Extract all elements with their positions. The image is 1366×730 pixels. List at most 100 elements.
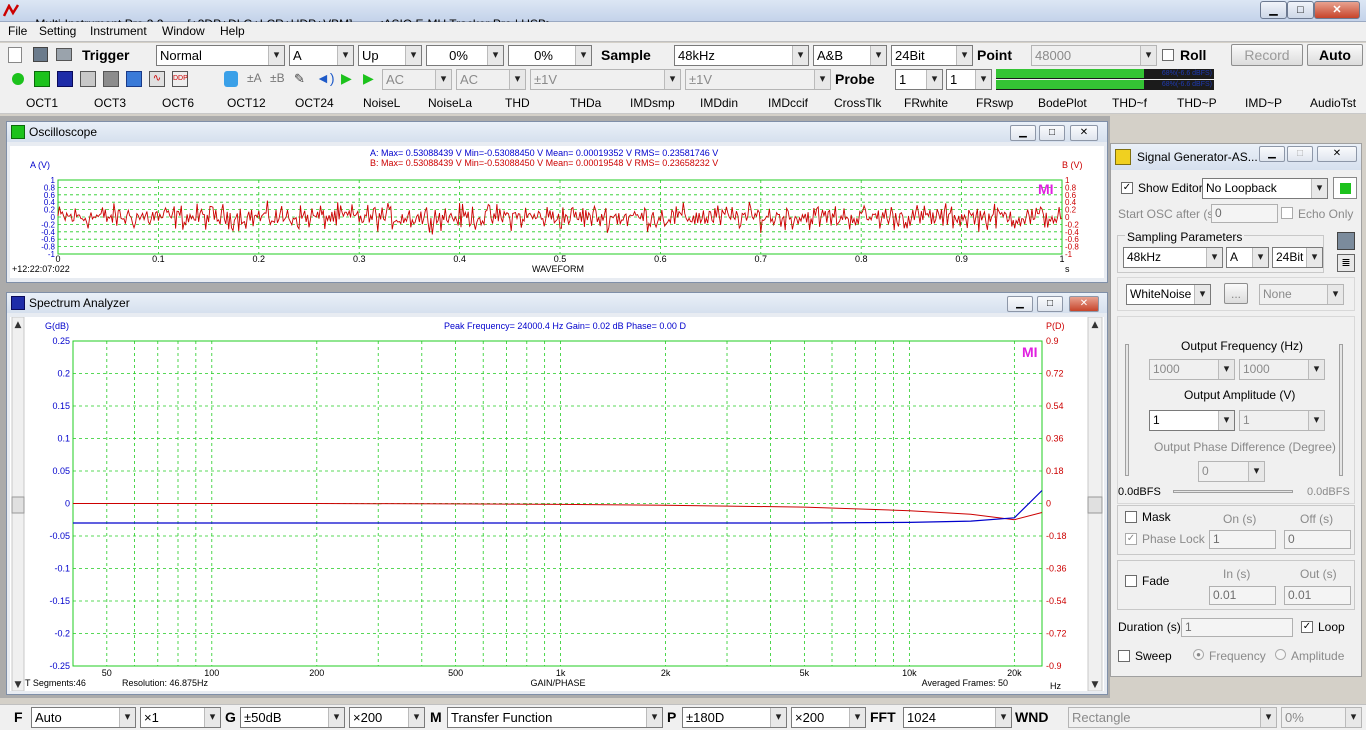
- frequency-axis-select[interactable]: Auto: [31, 707, 136, 728]
- level-b-slider[interactable]: [1339, 344, 1343, 476]
- bit-depth-select[interactable]: 24Bit: [891, 45, 973, 66]
- generator-channel-select[interactable]: A: [1226, 247, 1269, 268]
- generator-icon[interactable]: ∿: [149, 71, 165, 87]
- function-button-bodeplot[interactable]: BodePlot: [1038, 96, 1087, 110]
- auto-button[interactable]: Auto: [1307, 44, 1363, 66]
- analysis-mode-select[interactable]: Transfer Function: [447, 707, 663, 728]
- phase-difference-select[interactable]: 0: [1198, 461, 1265, 482]
- generator-sample-rate-select[interactable]: 48kHz: [1123, 247, 1223, 268]
- spectrum-icon[interactable]: [57, 71, 73, 87]
- sample-rate-select[interactable]: 48kHz: [674, 45, 809, 66]
- coupling-a-select[interactable]: AC: [382, 69, 452, 90]
- menu-file[interactable]: File: [8, 24, 27, 38]
- trigger-level-spinner[interactable]: 0%: [426, 45, 504, 66]
- trigger-channel-select[interactable]: A: [289, 45, 354, 66]
- level-a-slider[interactable]: [1125, 344, 1129, 476]
- new-icon[interactable]: [8, 47, 22, 63]
- function-button-crosstlk[interactable]: CrossTlk: [834, 96, 881, 110]
- spectrum-maximize-button[interactable]: □: [1037, 296, 1063, 312]
- spectrum-3d-icon[interactable]: [103, 71, 119, 87]
- waveform-options-button[interactable]: ...: [1224, 283, 1248, 304]
- function-button-oct1[interactable]: OCT1: [26, 96, 58, 110]
- print-icon[interactable]: [56, 48, 72, 61]
- oscilloscope-minimize-button[interactable]: ▁: [1010, 125, 1036, 141]
- sweep-amplitude-radio[interactable]: [1275, 649, 1286, 660]
- function-button-imdsmp[interactable]: IMDsmp: [630, 96, 675, 110]
- amplitude-a-select[interactable]: 1: [1149, 410, 1235, 431]
- function-button-imd-p[interactable]: IMD~P: [1245, 96, 1282, 110]
- function-button-imddin[interactable]: IMDdin: [700, 96, 738, 110]
- overlap-select[interactable]: 0%: [1281, 707, 1362, 728]
- echo-only-checkbox[interactable]: [1281, 207, 1293, 219]
- range-a-select[interactable]: ±1V: [530, 69, 681, 90]
- save-icon[interactable]: [33, 47, 48, 62]
- sweep-frequency-radio[interactable]: ●: [1193, 649, 1204, 660]
- sweep-checkbox[interactable]: [1118, 650, 1130, 662]
- balance-slider[interactable]: [1173, 490, 1293, 493]
- menu-instrument[interactable]: Instrument: [90, 24, 147, 38]
- oscilloscope-close-button[interactable]: ✕: [1070, 125, 1098, 141]
- fade-checkbox[interactable]: [1125, 575, 1137, 587]
- gain-range-select[interactable]: ±50dB: [240, 707, 345, 728]
- amplitude-b-select[interactable]: 1: [1239, 410, 1325, 431]
- spectrum-window[interactable]: Spectrum Analyzer ▁ □ ✕ G(dB) P(D) Peak Fr…: [6, 292, 1108, 695]
- menu-window[interactable]: Window: [162, 24, 205, 38]
- phase-lock-checkbox[interactable]: ✓: [1125, 533, 1137, 545]
- probe-a-select[interactable]: 1: [895, 69, 943, 90]
- record-button[interactable]: Record: [1231, 44, 1303, 66]
- roll-checkbox[interactable]: [1162, 49, 1174, 61]
- range-b-select[interactable]: ±1V: [685, 69, 831, 90]
- spectrum-chart[interactable]: G(dB) P(D) Peak Frequency= 24000.4 Hz Gain…: [10, 317, 1104, 691]
- channel-select[interactable]: A&B: [813, 45, 887, 66]
- phase-range-select[interactable]: ±180D: [682, 707, 787, 728]
- play-icon[interactable]: ▶: [341, 70, 352, 87]
- function-button-thd[interactable]: THD: [505, 96, 530, 110]
- speaker-icon[interactable]: ◄): [316, 70, 335, 86]
- edit-icon[interactable]: ✎: [294, 71, 305, 87]
- waveform-b-select[interactable]: None: [1259, 284, 1344, 305]
- level-b-icon[interactable]: ±B: [270, 71, 285, 85]
- window-function-select[interactable]: Rectangle: [1068, 707, 1277, 728]
- frequency-b-select[interactable]: 1000: [1239, 359, 1325, 380]
- trigger-delay-spinner[interactable]: 0%: [508, 45, 592, 66]
- play-generator-icon[interactable]: ▶: [363, 70, 374, 87]
- generator-titlebar[interactable]: Signal Generator-AS... ▁ □ ✕: [1111, 144, 1361, 170]
- trigger-mode-select[interactable]: Normal: [156, 45, 285, 66]
- phase-plot-icon[interactable]: [80, 71, 96, 87]
- oscilloscope-window[interactable]: Oscilloscope ▁ □ ✕ A: Max= 0.53088439 V …: [6, 121, 1108, 283]
- frequency-a-select[interactable]: 1000: [1149, 359, 1235, 380]
- oscilloscope-plot-area[interactable]: A: Max= 0.53088439 V Min=-0.53088450 V M…: [10, 146, 1104, 278]
- fft-size-select[interactable]: 1024: [903, 707, 1012, 728]
- dmm-icon[interactable]: [126, 71, 142, 87]
- loop-checkbox[interactable]: ✓: [1301, 621, 1313, 633]
- list-icon[interactable]: ≣: [1337, 254, 1355, 272]
- save-settings-icon[interactable]: [1337, 232, 1355, 250]
- function-button-imdccif[interactable]: IMDccif: [768, 96, 808, 110]
- mask-checkbox[interactable]: [1125, 511, 1137, 523]
- generator-bits-select[interactable]: 24Bit: [1272, 247, 1323, 268]
- gain-zoom-select[interactable]: ×200: [349, 707, 425, 728]
- function-button-oct12[interactable]: OCT12: [227, 96, 266, 110]
- oscilloscope-chart[interactable]: A: Max= 0.53088439 V Min=-0.53088450 V M…: [10, 146, 1104, 278]
- function-button-thd-f[interactable]: THD~f: [1112, 96, 1147, 110]
- minimize-button[interactable]: ▁: [1260, 1, 1287, 19]
- probe-b-select[interactable]: 1: [946, 69, 992, 90]
- function-button-thd-p[interactable]: THD~P: [1177, 96, 1217, 110]
- menu-help[interactable]: Help: [220, 24, 245, 38]
- coupling-b-select[interactable]: AC: [456, 69, 526, 90]
- trigger-edge-select[interactable]: Up: [358, 45, 422, 66]
- function-button-oct24[interactable]: OCT24: [295, 96, 334, 110]
- fade-in-field[interactable]: 0.01: [1209, 586, 1276, 605]
- function-button-oct3[interactable]: OCT3: [94, 96, 126, 110]
- duration-field[interactable]: 1: [1181, 618, 1293, 637]
- function-button-oct6[interactable]: OCT6: [162, 96, 194, 110]
- level-a-icon[interactable]: ±A: [247, 71, 262, 85]
- oscilloscope-maximize-button[interactable]: □: [1039, 125, 1065, 141]
- phase-zoom-select[interactable]: ×200: [791, 707, 866, 728]
- frequency-zoom-select[interactable]: ×1: [140, 707, 221, 728]
- function-button-frwhite[interactable]: FRwhite: [904, 96, 948, 110]
- maximize-button[interactable]: □: [1287, 1, 1314, 19]
- mask-off-field[interactable]: 0: [1284, 530, 1351, 549]
- function-button-noisela[interactable]: NoiseLa: [428, 96, 472, 110]
- close-button[interactable]: ✕: [1314, 1, 1360, 19]
